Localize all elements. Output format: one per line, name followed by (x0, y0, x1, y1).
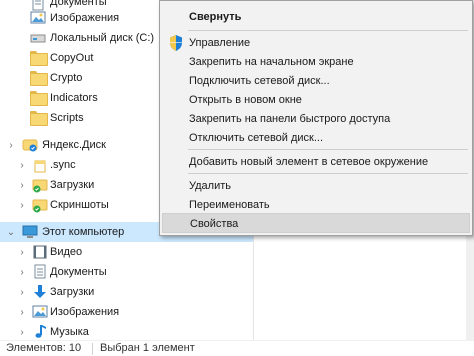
nav-label-yandex-downloads: Загрузки (50, 179, 95, 191)
nav-label-sync: .sync (50, 159, 76, 171)
context-menu: Свернуть Управление Закрепить на начальн… (159, 0, 473, 236)
documents-icon (34, 264, 46, 279)
download-arrow-icon (34, 285, 46, 298)
chevron-right-icon[interactable]: › (17, 200, 27, 211)
nav-label-video: Видео (50, 246, 83, 258)
images-icon (32, 305, 48, 318)
chevron-right-icon[interactable]: › (17, 287, 27, 298)
video-icon (33, 245, 47, 259)
menu-separator (188, 149, 468, 150)
nav-item-pc-downloads[interactable]: › Загрузки (0, 282, 254, 302)
menu-item-collapse[interactable]: Свернуть (162, 7, 470, 27)
status-bar: Элементов: 10 Выбран 1 элемент (0, 340, 474, 356)
nav-item-music[interactable]: › Музыка (0, 322, 254, 342)
status-item-count: Элементов: 10 (6, 342, 82, 354)
menu-separator (188, 30, 468, 31)
nav-label-pc-documents: Документы (50, 266, 107, 278)
folder-icon (30, 111, 48, 126)
folder-icon (30, 51, 48, 66)
menu-item-disconnect-drive[interactable]: Отключить сетевой диск... (162, 128, 470, 148)
nav-label-local-disk: Локальный диск (C:) (50, 32, 155, 44)
computer-icon (22, 225, 38, 238)
images-icon (30, 11, 46, 24)
menu-item-delete[interactable]: Удалить (162, 176, 470, 196)
chevron-right-icon[interactable]: › (6, 140, 16, 151)
menu-item-add-network-location[interactable]: Добавить новый элемент в сетевое окружен… (162, 152, 470, 172)
music-note-icon (35, 325, 46, 338)
chevron-down-icon[interactable]: ⌄ (6, 227, 16, 238)
menu-item-pin-start[interactable]: Закрепить на начальном экране (162, 52, 470, 72)
nav-label-this-pc: Этот компьютер (42, 226, 125, 238)
nav-label-copyout: CopyOut (50, 52, 94, 64)
nav-label-yandex-disk: Яндекс.Диск (42, 139, 106, 151)
chevron-right-icon[interactable]: › (17, 160, 27, 171)
menu-item-properties[interactable]: Свойства (162, 213, 470, 233)
menu-item-map-drive[interactable]: Подключить сетевой диск... (162, 71, 470, 91)
yandex-disk-icon (22, 139, 38, 152)
menu-item-manage[interactable]: Управление (162, 33, 470, 53)
nav-label-music: Музыка (50, 326, 89, 338)
nav-item-pc-documents[interactable]: › Документы (0, 262, 254, 282)
synced-folder-icon (32, 179, 48, 193)
menu-item-pin-quick-access[interactable]: Закрепить на панели быстрого доступа (162, 109, 470, 129)
nav-item-video[interactable]: › Видео (0, 242, 254, 262)
drive-icon (30, 34, 46, 43)
nav-label-crypto: Crypto (50, 72, 83, 84)
folder-icon (30, 91, 48, 106)
menu-separator (188, 173, 468, 174)
nav-label-scripts: Scripts (50, 112, 84, 124)
menu-item-open-new-window[interactable]: Открыть в новом окне (162, 90, 470, 110)
chevron-right-icon[interactable]: › (17, 307, 27, 318)
nav-label-pc-downloads: Загрузки (50, 286, 95, 298)
menu-item-rename[interactable]: Переименовать (162, 195, 470, 215)
nav-label-images: Изображения (50, 12, 120, 24)
chevron-right-icon[interactable]: › (17, 180, 27, 191)
status-selected-count: Выбран 1 элемент (100, 342, 195, 354)
folder-icon (30, 71, 48, 86)
chevron-right-icon[interactable]: › (17, 247, 27, 258)
chevron-right-icon[interactable]: › (17, 267, 27, 278)
file-icon (34, 160, 46, 173)
synced-folder-icon (32, 199, 48, 213)
nav-label-pc-images: Изображения (50, 306, 120, 318)
nav-label-screenshots: Скриншоты (50, 199, 109, 211)
nav-label-indicators: Indicators (50, 92, 98, 104)
chevron-right-icon[interactable]: › (17, 327, 27, 338)
status-divider (92, 343, 93, 355)
nav-item-pc-images[interactable]: › Изображения (0, 302, 254, 322)
